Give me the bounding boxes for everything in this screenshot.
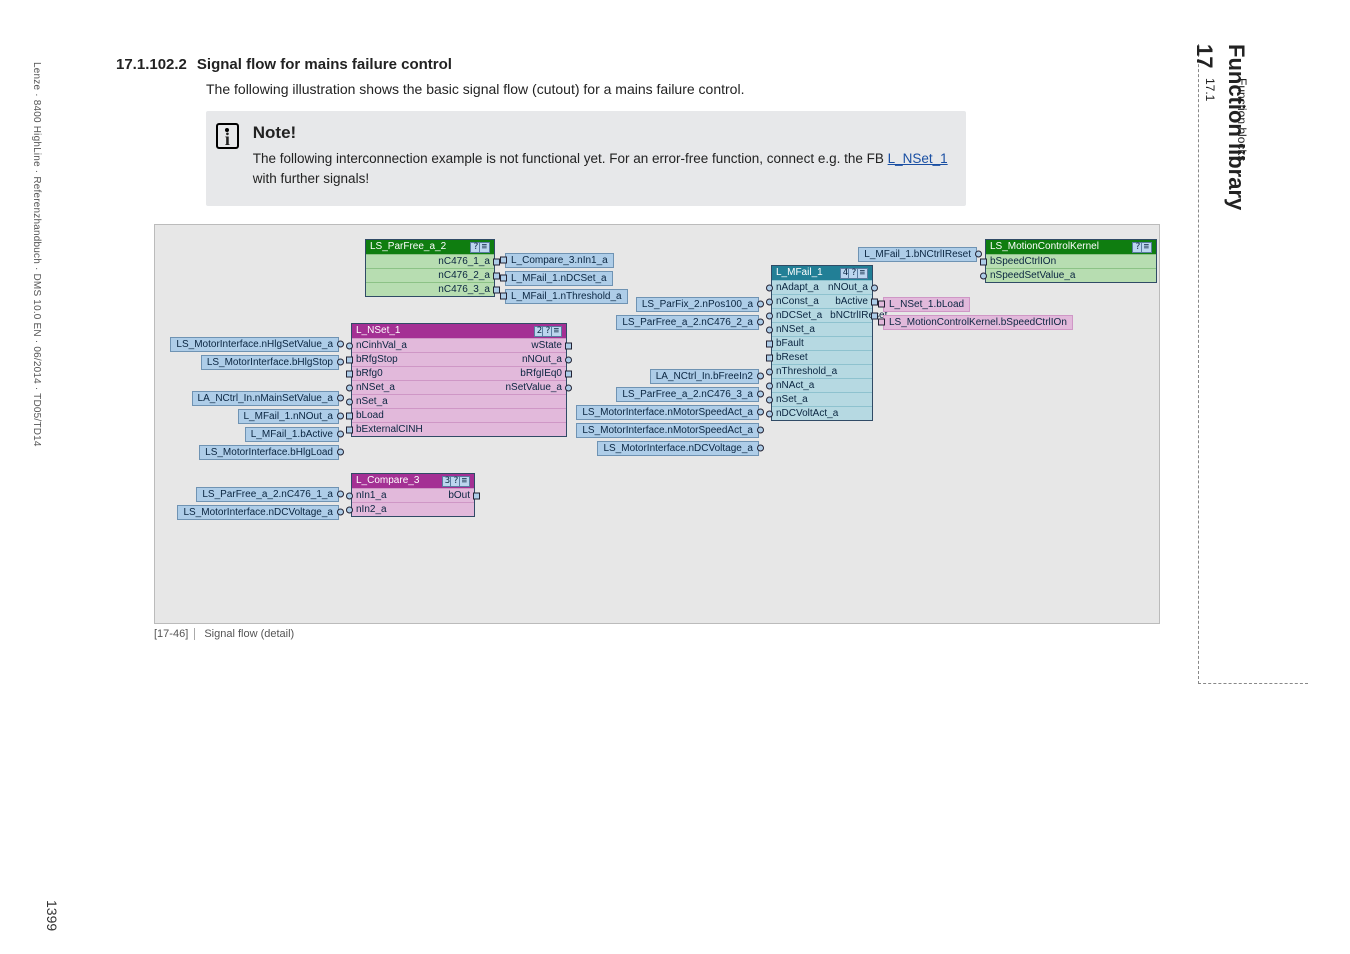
wire-label: L_NSet_1.bLoad: [883, 297, 970, 312]
heading-row: 17.1.102.2 Signal flow for mains failure…: [116, 56, 1176, 73]
wire-label: LA_NCtrl_In.bFreeIn2: [650, 369, 759, 384]
intro-text: The following illustration shows the bas…: [206, 81, 1176, 97]
chapter-number: 17: [1191, 44, 1217, 68]
port: nC476_2_a: [366, 268, 494, 282]
wire-label: LS_MotorInterface.bHlgLoad: [199, 445, 339, 460]
main-content: 17.1.102.2 Signal flow for mains failure…: [116, 56, 1176, 640]
port: nNAct_a: [776, 380, 814, 391]
port: nC476_1_a: [366, 254, 494, 268]
wire-label: LS_MotorInterface.nDCVoltage_a: [177, 505, 339, 520]
wire-label: LS_MotorInterface.bHlgStop: [201, 355, 339, 370]
block-l-nset: L_NSet_1 2?≡ nCinhVal_awState bRfgStopnN…: [351, 323, 567, 438]
block-ls-mck: LS_MotionControlKernel ?≡ bSpeedCtrlIOn …: [985, 239, 1157, 284]
port: nNOut_a: [828, 282, 868, 293]
wire-label: L_MFail_1.bActive: [245, 427, 339, 442]
port: bRfgIEq0: [520, 368, 562, 379]
block-l-mfail: L_MFail_1 4?≡ nAdapt_anNOut_a nConst_abA…: [771, 265, 873, 422]
wire-label: LS_ParFix_2.nPos100_a: [636, 297, 759, 312]
wire-label: LS_MotorInterface.nMotorSpeedAct_a: [576, 405, 759, 420]
figure-text: Signal flow (detail): [204, 628, 294, 640]
wire-label: LS_ParFree_a_2.nC476_1_a: [196, 487, 339, 502]
port: bOut: [448, 490, 470, 501]
note-body: The following interconnection example is…: [253, 149, 948, 190]
port: nDCVoltAct_a: [776, 408, 838, 419]
signal-flow-diagram: LS_ParFree_a_2 ?≡ nC476_1_a nC476_2_a nC…: [154, 224, 1160, 624]
block-ls-parfree: LS_ParFree_a_2 ?≡ nC476_1_a nC476_2_a nC…: [365, 239, 495, 298]
port: nSpeedSetValue_a: [986, 268, 1156, 282]
wire-label: LS_ParFree_a_2.nC476_2_a: [616, 315, 759, 330]
port: nAdapt_a: [776, 282, 819, 293]
port: nThreshold_a: [776, 366, 837, 377]
block-title: L_Compare_3: [356, 475, 419, 486]
port: bReset: [776, 352, 808, 363]
page-number: 1399: [44, 900, 60, 931]
wire-label: L_Compare_3.nIn1_a: [505, 253, 614, 268]
port: nSetValue_a: [505, 382, 562, 393]
badge-icon: ≡: [1141, 242, 1152, 254]
block-title: L_NSet_1: [356, 325, 400, 336]
port: bExternalCINH: [356, 424, 423, 435]
port: bSpeedCtrlIOn: [986, 254, 1156, 268]
left-footer: Lenze · 8400 HighLine · Referenzhandbuch…: [31, 62, 42, 762]
port: nIn2_a: [356, 504, 387, 515]
port: nNSet_a: [356, 382, 395, 393]
heading-number: 17.1.102.2: [116, 56, 187, 73]
badge-icon: ≡: [459, 476, 470, 488]
port: nConst_a: [776, 296, 819, 307]
port: bFault: [776, 338, 804, 349]
wire-label: LA_NCtrl_In.nMainSetValue_a: [192, 391, 339, 406]
note-box: i Note! The following interconnection ex…: [206, 111, 966, 206]
port: nIn1_a: [356, 490, 387, 501]
block-title: LS_MotionControlKernel: [990, 241, 1099, 252]
port: nNOut_a: [522, 354, 562, 365]
wire-label: LS_ParFree_a_2.nC476_3_a: [616, 387, 759, 402]
port: bLoad: [356, 410, 384, 421]
info-icon: i: [216, 123, 239, 149]
port: nCinhVal_a: [356, 340, 407, 351]
note-body-b: with further signals!: [253, 171, 369, 186]
block-title: L_MFail_1: [776, 267, 823, 278]
wire-label: LS_MotorInterface.nHlgSetValue_a: [170, 337, 339, 352]
note-body-a: The following interconnection example is…: [253, 151, 888, 166]
port: nSet_a: [776, 394, 808, 405]
wire-label: L_MFail_1.bNCtrlIReset: [858, 247, 977, 262]
wire-label: L_MFail_1.nNOut_a: [238, 409, 340, 424]
section-number: 17.1: [1203, 78, 1217, 101]
wire-label: L_MFail_1.nDCSet_a: [505, 271, 613, 286]
port: nSet_a: [356, 396, 388, 407]
heading-title: Signal flow for mains failure control: [197, 56, 452, 73]
badge-icon: ≡: [479, 242, 490, 254]
note-link[interactable]: L_NSet_1: [888, 151, 948, 166]
port: nC476_3_a: [366, 282, 494, 296]
section-subtitle: Function blocks: [1235, 78, 1249, 161]
badge-icon: ≡: [551, 326, 562, 338]
port: nDCSet_a: [776, 310, 822, 321]
badge-icon: ≡: [857, 268, 868, 280]
wire-label: LS_MotorInterface.nDCVoltage_a: [597, 441, 759, 456]
figure-label: [17-46]: [154, 628, 195, 640]
port: bRfgStop: [356, 354, 398, 365]
port: wState: [531, 340, 562, 351]
figure-caption: [17-46] Signal flow (detail): [154, 628, 1176, 640]
port: bRfg0: [356, 368, 383, 379]
wire-label: L_MFail_1.nThreshold_a: [505, 289, 628, 304]
chapter-rail: 17 Function library 17.1 Function blocks: [1198, 44, 1308, 684]
port: nNSet_a: [776, 324, 815, 335]
block-title: LS_ParFree_a_2: [370, 241, 446, 252]
note-heading: Note!: [253, 123, 948, 143]
wire-label: LS_MotionControlKernel.bSpeedCtrlIOn: [883, 315, 1073, 330]
port: bActive: [835, 296, 868, 307]
block-l-compare: L_Compare_3 3?≡ nIn1_abOut nIn2_a: [351, 473, 475, 518]
wire-label: LS_MotorInterface.nMotorSpeedAct_a: [576, 423, 759, 438]
